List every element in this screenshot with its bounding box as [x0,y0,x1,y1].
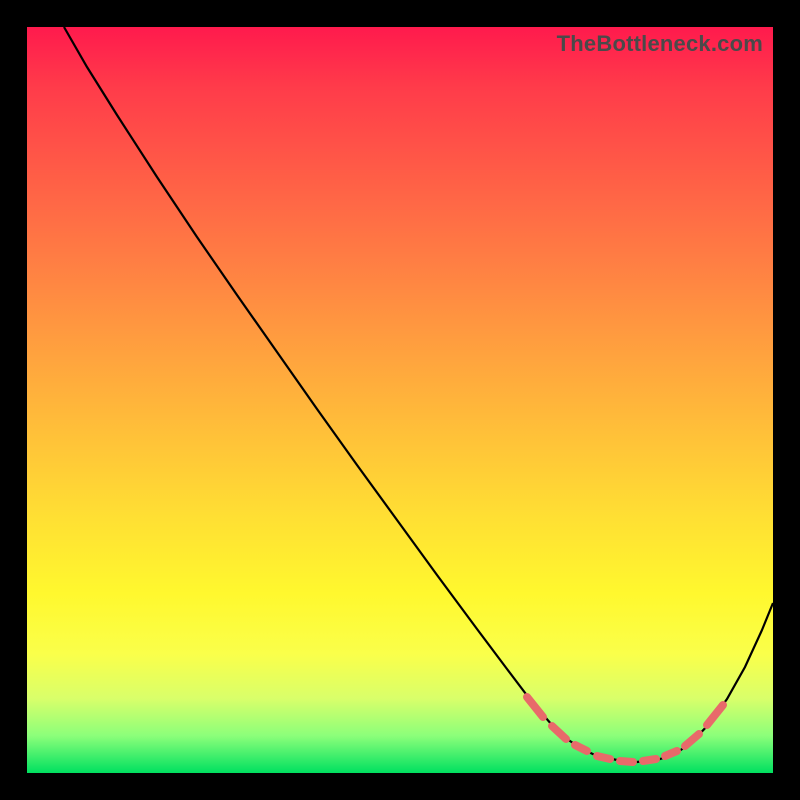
optimal-dash [575,745,587,751]
chart-svg [27,27,773,773]
optimal-dash [620,761,633,762]
optimal-dash [527,697,543,717]
optimal-dash [552,726,566,739]
optimal-band-dashes [527,697,723,762]
optimal-dash [685,734,699,746]
optimal-dash [597,756,610,759]
bottleneck-curve [64,27,773,762]
optimal-dash [643,759,656,761]
optimal-dash [665,751,677,756]
chart-plot-area: TheBottleneck.com [27,27,773,773]
chart-frame: TheBottleneck.com [0,0,800,800]
optimal-dash [707,705,723,725]
